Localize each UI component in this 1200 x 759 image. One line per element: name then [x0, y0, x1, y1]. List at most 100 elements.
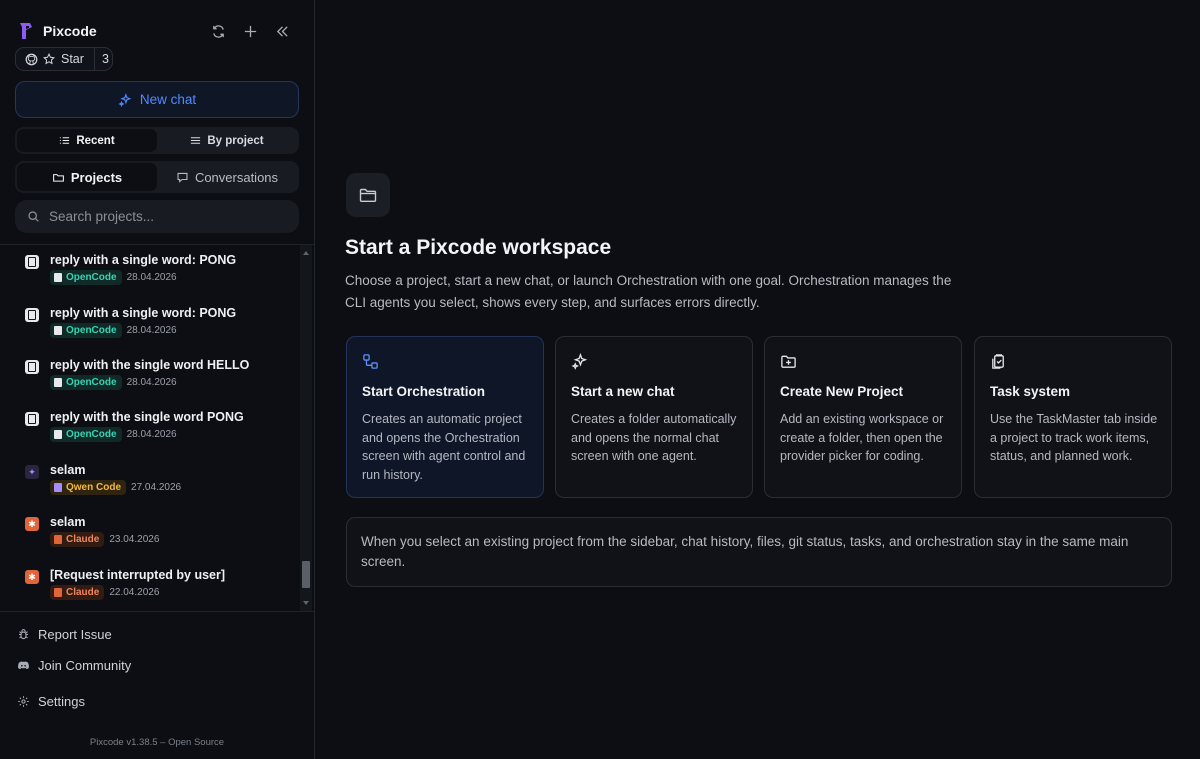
menu-icon	[191, 137, 201, 144]
join-community-link[interactable]: Join Community	[17, 658, 131, 673]
folder-plus-icon	[781, 355, 796, 368]
session-title: reply with the single word HELLO	[50, 358, 250, 372]
recent-label: Recent	[76, 134, 115, 147]
list-item[interactable]: ✱ [Request interrupted by user] Claude 22…	[22, 564, 292, 610]
tab-projects-label: Projects	[70, 169, 123, 185]
list-item[interactable]: reply with the single word PONG OpenCode…	[22, 406, 292, 452]
sidebar: Pixcode Star 3 New chat Recent By projec…	[0, 0, 315, 759]
report-issue-link[interactable]: Report Issue	[17, 627, 112, 642]
scroll-up-icon[interactable]	[303, 251, 309, 255]
tab-conversations-label: Conversations	[194, 169, 279, 185]
sidebar-tabs: Projects Conversations	[15, 161, 299, 193]
provider-badge: OpenCode	[50, 323, 122, 338]
discord-icon	[18, 661, 29, 670]
list-item[interactable]: ✦ selam Qwen Code 27.04.2026	[22, 459, 292, 505]
session-date: 28.04.2026	[126, 272, 177, 283]
session-date: 22.04.2026	[109, 587, 160, 598]
app-name: Pixcode	[43, 23, 97, 39]
report-issue-label: Report Issue	[38, 627, 112, 642]
gear-icon	[18, 696, 29, 707]
session-title: reply with a single word: PONG	[50, 306, 237, 320]
star-divider	[93, 47, 95, 71]
star-label: Star	[61, 52, 84, 66]
star-count: 3	[101, 52, 109, 66]
start-new-chat-card[interactable]: Start a new chat Creates a folder automa…	[555, 336, 753, 498]
by-project-toggle[interactable]: By project	[157, 129, 297, 152]
session-title: reply with a single word: PONG	[50, 253, 237, 267]
qwen-icon: ✦	[25, 465, 39, 479]
by-project-label: By project	[207, 134, 264, 147]
list-item[interactable]: reply with the single word HELLO OpenCod…	[22, 354, 292, 400]
plus-icon[interactable]	[240, 21, 260, 41]
page-description: Choose a project, start a new chat, or l…	[345, 273, 952, 310]
new-chat-label: New chat	[139, 92, 197, 107]
orchestration-icon	[363, 354, 378, 369]
view-toggle: Recent By project	[15, 127, 299, 154]
sparkles-icon	[571, 353, 588, 370]
recent-toggle[interactable]: Recent	[17, 129, 157, 152]
folder-icon	[52, 173, 64, 182]
session-title: [Request interrupted by user]	[50, 568, 226, 582]
scroll-thumb[interactable]	[302, 561, 310, 588]
session-date: 27.04.2026	[131, 482, 182, 493]
card-body: Add an existing workspace or create a fo…	[780, 412, 944, 463]
claude-icon: ✱	[25, 570, 39, 584]
list-icon	[60, 137, 70, 144]
session-list: reply with a single word: PONG OpenCode 2…	[0, 244, 314, 612]
search-input[interactable]	[49, 209, 279, 224]
list-item[interactable]: reply with a single word: PONG OpenCode 2…	[22, 249, 292, 295]
scroll-down-icon[interactable]	[303, 601, 309, 605]
main-panel: Start a Pixcode workspace Choose a proje…	[315, 0, 1200, 759]
opencode-icon	[25, 308, 39, 322]
search-box	[15, 200, 299, 233]
card-title: Task system	[990, 384, 1071, 399]
folder-open-icon	[346, 173, 390, 217]
message-icon	[177, 172, 188, 183]
session-date: 28.04.2026	[126, 377, 177, 388]
collapse-sidebar-icon[interactable]	[272, 21, 292, 41]
github-icon	[25, 53, 38, 65]
search-icon	[28, 211, 39, 222]
session-date: 28.04.2026	[126, 325, 177, 336]
provider-badge: OpenCode	[50, 270, 122, 285]
card-body: Creates an automatic project and opens t…	[362, 412, 526, 482]
session-list-scrollbar[interactable]	[300, 245, 312, 611]
clipboard-icon	[992, 354, 1004, 369]
star-icon	[43, 53, 55, 65]
refresh-icon[interactable]	[208, 21, 228, 41]
info-box: When you select an existing project from…	[346, 517, 1172, 587]
opencode-icon	[25, 255, 39, 269]
provider-badge: Qwen Code	[50, 480, 127, 495]
settings-label: Settings	[38, 694, 85, 709]
start-orchestration-card[interactable]: Start Orchestration Creates an automatic…	[346, 336, 544, 498]
brand[interactable]: Pixcode	[18, 21, 97, 41]
tab-conversations[interactable]: Conversations	[157, 163, 297, 191]
new-chat-button[interactable]: New chat	[15, 81, 299, 118]
pixcode-logo-icon	[20, 23, 32, 39]
github-star-button[interactable]: Star 3	[15, 47, 113, 71]
session-title: selam	[50, 463, 86, 477]
provider-badge: OpenCode	[50, 427, 122, 442]
version-text: Pixcode v1.38.5 – Open Source	[89, 737, 225, 748]
card-body: Use the TaskMaster tab inside a project …	[990, 412, 1158, 463]
session-date: 23.04.2026	[109, 534, 160, 545]
page-title: Start a Pixcode workspace	[345, 236, 612, 259]
create-new-project-card[interactable]: Create New Project Add an existing works…	[764, 336, 962, 498]
task-system-card[interactable]: Task system Use the TaskMaster tab insid…	[974, 336, 1172, 498]
list-item[interactable]: ✱ selam Claude 23.04.2026	[22, 511, 292, 557]
session-title: reply with the single word PONG	[50, 410, 244, 424]
opencode-icon	[25, 412, 39, 426]
tab-projects[interactable]: Projects	[17, 163, 157, 191]
claude-icon: ✱	[25, 517, 39, 531]
provider-badge: Claude	[50, 585, 105, 600]
sparkles-icon	[118, 92, 132, 107]
provider-badge: Claude	[50, 532, 105, 547]
card-title: Create New Project	[780, 384, 904, 399]
list-item[interactable]: reply with a single word: PONG OpenCode 2…	[22, 302, 292, 348]
card-body: Creates a folder automatically and opens…	[571, 412, 737, 463]
opencode-icon	[25, 360, 39, 374]
card-title: Start Orchestration	[362, 384, 486, 399]
join-community-label: Join Community	[38, 658, 132, 673]
settings-link[interactable]: Settings	[17, 694, 85, 709]
session-date: 28.04.2026	[126, 429, 177, 440]
